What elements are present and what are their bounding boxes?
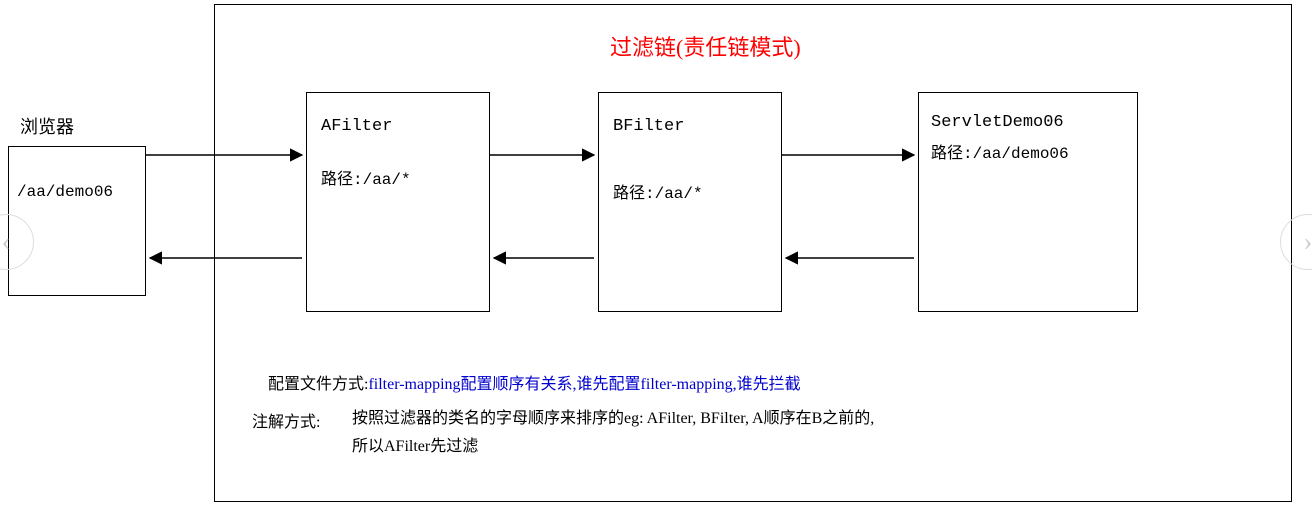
- arrows-layer: [0, 0, 1312, 515]
- note-config-label: 配置文件方式:: [268, 376, 368, 393]
- note-anno-line2: 所以AFilter先过滤: [352, 432, 478, 456]
- note-anno-line1: 按照过滤器的类名的字母顺序来排序的eg: AFilter, BFilter, A…: [352, 404, 874, 428]
- chevron-left-icon: ‹: [2, 227, 11, 257]
- note-config-detail: filter-mapping配置顺序有关系,谁先配置filter-mapping…: [368, 376, 800, 393]
- note-config: 配置文件方式:filter-mapping配置顺序有关系,谁先配置filter-…: [252, 352, 801, 412]
- diagram-root: 过滤链(责任链模式) 浏览器 /aa/demo06 AFilter 路径:/aa…: [0, 0, 1312, 515]
- note-anno-label: 注解方式:: [252, 408, 320, 432]
- chevron-right-icon: ›: [1304, 227, 1312, 257]
